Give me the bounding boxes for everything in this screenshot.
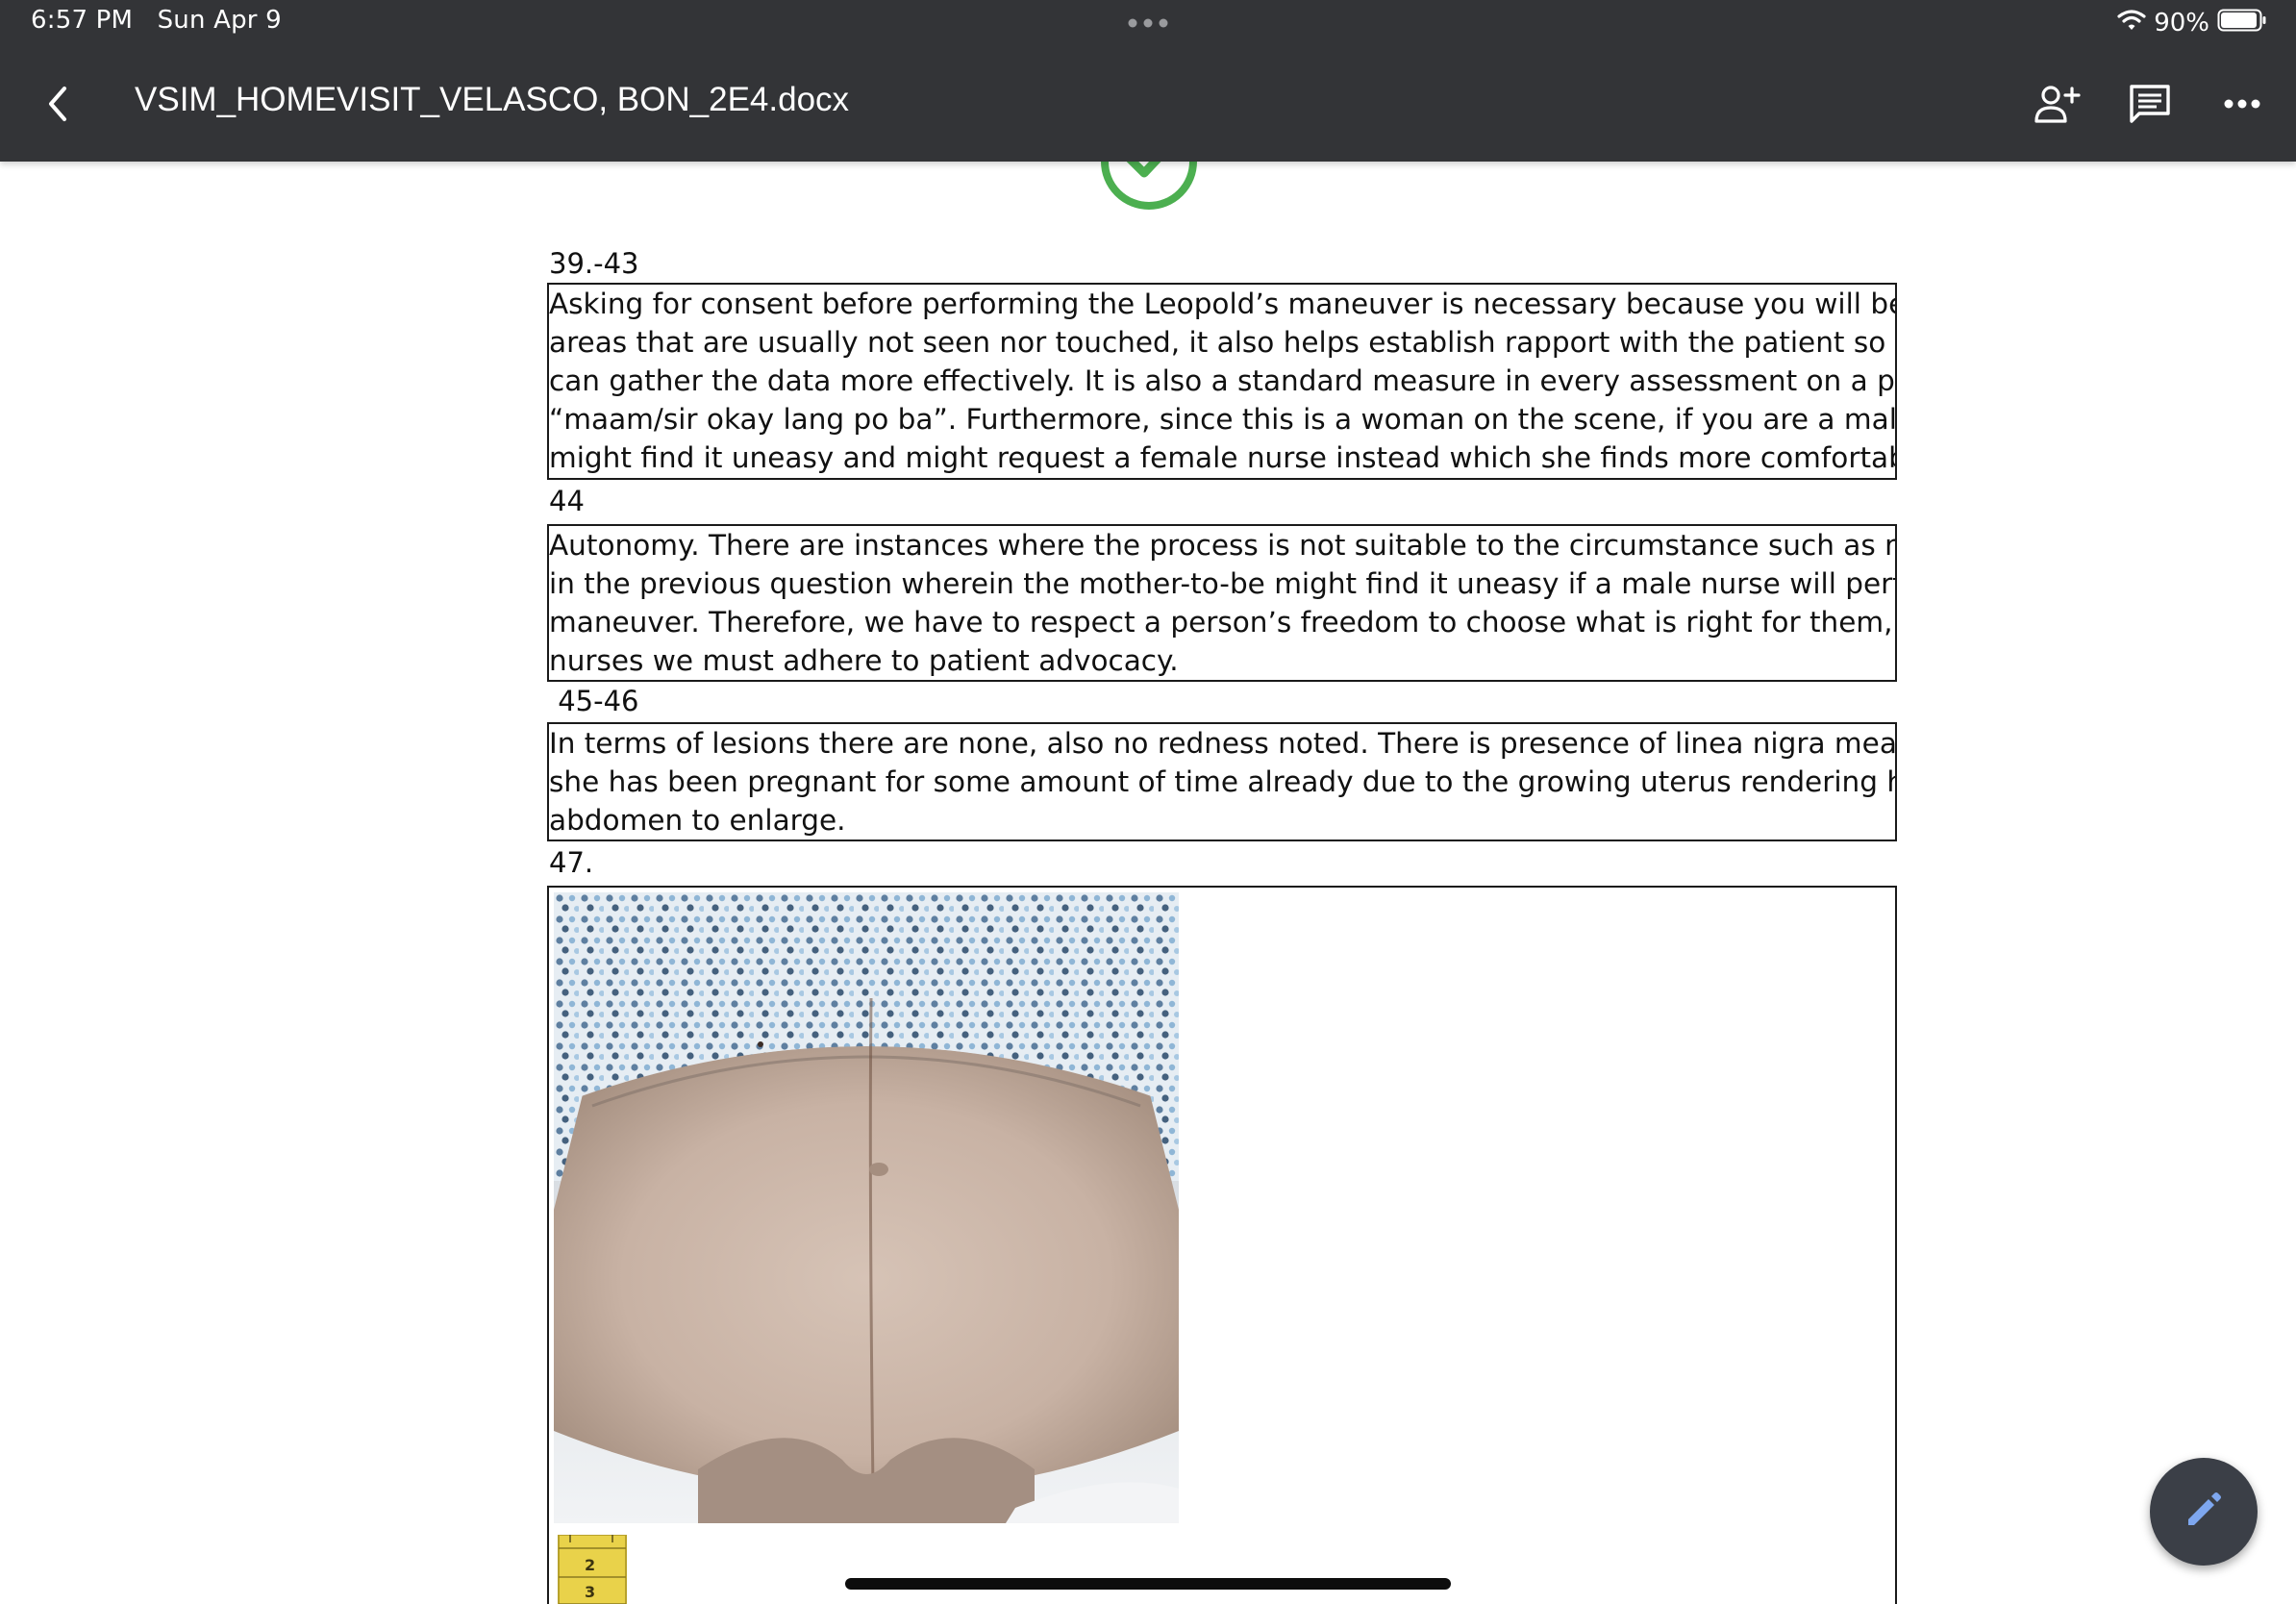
answer-line: areas that are usually not seen nor touc… <box>549 326 1895 359</box>
answer-box: Autonomy. There are instances where the … <box>547 524 1897 682</box>
answer-box: In terms of lesions there are none, also… <box>547 722 1897 841</box>
more-horizontal-icon[interactable] <box>2213 77 2271 131</box>
answer-line: Autonomy. There are instances where the … <box>549 529 1895 562</box>
battery-percent: 90% <box>2154 9 2209 38</box>
tape-mark: 3 <box>585 1583 596 1601</box>
question-label: 39.-43 <box>549 247 639 280</box>
back-chevron-icon[interactable] <box>35 77 81 131</box>
wifi-icon <box>2117 9 2146 38</box>
image-answer-box: 2 3 <box>547 886 1897 1604</box>
question-label: 44 <box>549 485 585 517</box>
battery-icon <box>2217 8 2267 39</box>
answer-line: can gather the data more effectively. It… <box>549 364 1895 397</box>
home-indicator[interactable] <box>845 1578 1451 1590</box>
answer-line: nurses we must adhere to patient advocac… <box>549 644 1179 677</box>
screen: 6:57 PM Sun Apr 9 90% VSIM_HOMEVISIT_VEL… <box>0 0 2296 1604</box>
status-indicators: 90% <box>2117 6 2267 40</box>
comment-icon[interactable] <box>2121 77 2179 131</box>
app-toolbar: 6:57 PM Sun Apr 9 90% VSIM_HOMEVISIT_VEL… <box>0 0 2296 162</box>
status-clock: 6:57 PM <box>31 6 134 35</box>
answer-line: Asking for consent before performing the… <box>549 288 1895 320</box>
measuring-tape-icon: 2 3 <box>557 1534 628 1604</box>
answer-line: maneuver. Therefore, we have to respect … <box>549 606 1895 639</box>
edit-button[interactable] <box>2150 1458 2258 1566</box>
question-label: 45-46 <box>549 685 639 717</box>
answer-line: she has been pregnant for some amount of… <box>549 765 1895 798</box>
status-date: Sun Apr 9 <box>157 6 282 35</box>
pregnant-abdomen-photo <box>554 892 1179 1523</box>
answer-line: might find it uneasy and might request a… <box>549 441 1895 474</box>
edit-pencil-icon <box>2183 1489 2225 1535</box>
answer-line: “maam/sir okay lang po ba”. Furthermore,… <box>549 403 1895 436</box>
answer-line: in the previous question wherein the mot… <box>549 567 1895 600</box>
answer-line: In terms of lesions there are none, also… <box>549 727 1895 760</box>
status-time: 6:57 PM Sun Apr 9 <box>31 6 282 35</box>
more-dots-icon[interactable] <box>1125 6 1171 40</box>
document-page: 39.-43 Asking for consent before perform… <box>547 244 1897 1604</box>
add-person-icon[interactable] <box>2029 77 2086 131</box>
answer-box: Asking for consent before performing the… <box>547 283 1897 480</box>
document-title: VSIM_HOMEVISIT_VELASCO, BON_2E4.docx <box>135 81 850 118</box>
question-label: 47. <box>549 846 594 879</box>
answer-line: abdomen to enlarge. <box>549 804 846 837</box>
tape-mark: 2 <box>585 1556 596 1574</box>
